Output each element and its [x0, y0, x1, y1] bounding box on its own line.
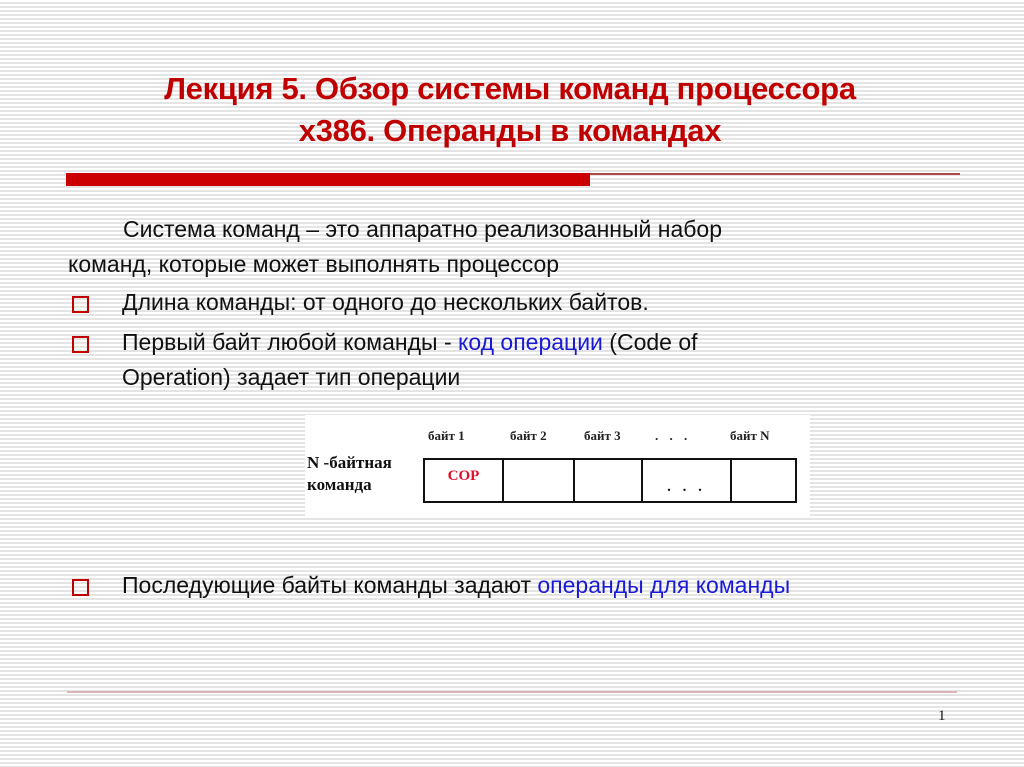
byte-cells: COP . . . [423, 458, 797, 503]
row-label: N -байтная команда [307, 452, 392, 496]
byte-header: байт N [730, 428, 770, 443]
slide-title: Лекция 5. Обзор системы команд процессор… [60, 68, 960, 152]
title-underline-line [590, 173, 960, 175]
byte-cell [504, 460, 575, 501]
slide-title-line-1: Лекция 5. Обзор системы команд процессор… [164, 71, 856, 106]
instruction-format-diagram: байт 1 байт 2 байт 3 . . . байт N N -бай… [305, 415, 810, 518]
byte-cell [575, 460, 643, 501]
bullet-text-part: Первый байт любой команды - [122, 329, 458, 355]
title-underline-bar [66, 173, 590, 186]
highlight-opcode: код операции [458, 329, 603, 355]
intro-line-1: Система команд – это аппаратно реализова… [123, 216, 722, 242]
byte-cell: COP [425, 460, 504, 501]
square-bullet-icon [72, 336, 89, 353]
bullet-text: Последующие байты команды задают операнд… [122, 568, 790, 603]
row-label-line-2: команда [307, 475, 372, 494]
highlight-operands: операнды для команды [537, 572, 791, 598]
bullet-text-line-2: Operation) задает тип операции [122, 364, 461, 390]
intro-paragraph: Система команд – это аппаратно реализова… [68, 212, 908, 282]
bullet-text: Первый байт любой команды - код операции… [122, 325, 698, 360]
cop-label: COP [447, 468, 480, 484]
row-label-line-1: N -байтная [307, 453, 392, 472]
byte-header: . . . [655, 428, 692, 443]
byte-cell: . . . [643, 460, 732, 501]
byte-header: байт 1 [428, 428, 465, 443]
square-bullet-icon [72, 579, 89, 596]
byte-header: байт 3 [584, 428, 621, 443]
footer-divider [67, 691, 957, 693]
square-bullet-icon [72, 296, 89, 313]
slide-title-line-2: x386. Операнды в командах [298, 113, 722, 148]
ellipsis: . . . [667, 479, 706, 495]
bullet-text-part: (Code of [602, 329, 698, 355]
page-number: 1 [938, 708, 946, 724]
byte-cell [732, 460, 795, 501]
bullet-text-part: Последующие байты команды задают [122, 572, 538, 598]
intro-line-2: команд, которые может выполнять процессо… [68, 251, 560, 277]
byte-header: байт 2 [510, 428, 547, 443]
bullet-text: Длина команды: от одного до нескольких б… [122, 289, 649, 315]
